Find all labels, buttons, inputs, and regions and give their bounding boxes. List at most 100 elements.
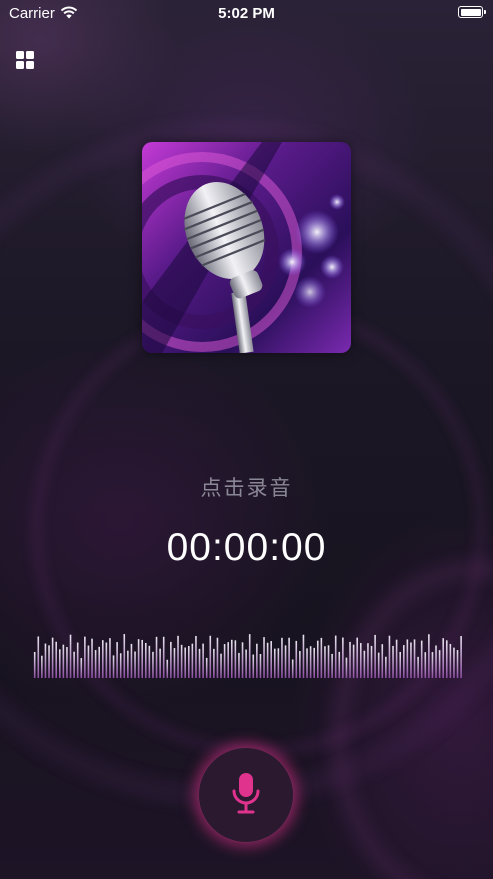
waveform-bar: [62, 644, 65, 678]
waveform-bar: [134, 651, 136, 678]
waveform-bar: [277, 648, 280, 678]
grid-icon-cell: [26, 61, 34, 69]
record-timer: 00:00:00: [166, 526, 327, 569]
waveform-bar: [119, 653, 122, 678]
waveform-bar: [331, 653, 333, 678]
waveform-bar: [356, 637, 358, 678]
waveform-bar: [428, 634, 430, 678]
waveform-bar: [116, 642, 118, 678]
grid-icon-cell: [26, 51, 34, 59]
waveform-bar: [159, 648, 161, 678]
waveform-bar: [98, 646, 100, 678]
waveform-bar: [91, 638, 93, 678]
waveform: [33, 634, 462, 678]
waveform-bar: [33, 652, 36, 678]
waveform-bar: [170, 641, 172, 678]
waveform-bar: [270, 641, 272, 678]
waveform-bar: [105, 642, 108, 678]
status-time: 5:02 PM: [218, 5, 275, 22]
microphone-cover-art-icon: [142, 142, 351, 353]
waveform-bar: [327, 645, 330, 678]
waveform-bar: [245, 649, 247, 678]
waveform-bar: [349, 641, 351, 678]
waveform-bar: [460, 636, 462, 678]
waveform-bar: [284, 645, 287, 678]
waveform-bar: [420, 640, 423, 678]
waveform-bar: [288, 637, 290, 678]
waveform-bar: [112, 655, 115, 678]
waveform-bar: [223, 644, 226, 678]
waveform-bar: [453, 647, 455, 678]
waveform-bar: [313, 647, 315, 678]
waveform-bar: [435, 645, 437, 678]
waveform-bar: [273, 648, 276, 678]
battery-icon: [458, 6, 486, 18]
waveform-bar: [180, 644, 183, 678]
waveform-bar: [94, 650, 97, 678]
waveform-bar: [209, 635, 212, 678]
waveform-bar: [417, 656, 419, 678]
grid-menu-button[interactable]: [16, 51, 36, 71]
waveform-bar: [352, 644, 355, 678]
waveform-bar: [431, 652, 434, 678]
waveform-bar: [202, 643, 204, 678]
waveform-bar: [295, 640, 298, 678]
cover-art: [142, 142, 351, 353]
waveform-bar: [205, 657, 208, 678]
waveform-bar: [259, 654, 262, 678]
waveform-bar: [334, 635, 337, 678]
waveform-bar: [227, 642, 229, 678]
waveform-bar: [316, 640, 319, 678]
waveform-bar: [162, 636, 165, 678]
waveform-bar: [299, 651, 301, 678]
waveform-bar: [320, 637, 323, 678]
waveform-bar: [144, 642, 147, 678]
waveform-bar: [152, 651, 154, 678]
waveform-bar: [155, 636, 158, 678]
waveform-bar: [248, 634, 251, 678]
waveform-bar: [230, 639, 233, 678]
waveform-bar: [220, 653, 222, 678]
waveform-bar: [234, 640, 237, 678]
status-bar: Carrier 5:02 PM: [0, 0, 493, 26]
waveform-bar: [370, 645, 373, 678]
waveform-bar: [266, 642, 269, 678]
waveform-bar: [166, 659, 169, 678]
waveform-bar: [374, 634, 376, 678]
waveform-bar: [184, 647, 186, 678]
waveform-bar: [385, 656, 387, 678]
waveform-bar: [309, 646, 312, 678]
waveform-bar: [66, 647, 68, 678]
waveform-bar: [80, 658, 83, 678]
waveform-bar: [241, 642, 244, 678]
waveform-bar: [291, 659, 294, 678]
waveform-bar: [359, 643, 362, 678]
waveform-bar: [256, 643, 258, 678]
waveform-bar: [399, 651, 401, 678]
waveform-bar: [445, 640, 448, 678]
waveform-bar: [213, 648, 215, 678]
waveform-bar: [177, 635, 179, 678]
waveform-bar: [402, 645, 405, 678]
waveform-bar: [388, 635, 391, 678]
waveform-bar: [381, 644, 384, 678]
waveform-bar: [216, 637, 219, 678]
waveform-bar: [338, 651, 341, 678]
waveform-bar: [363, 650, 366, 678]
waveform-bar: [324, 646, 326, 678]
grid-icon-cell: [16, 61, 24, 69]
waveform-bar: [456, 650, 459, 678]
record-button[interactable]: [198, 747, 294, 843]
waveform-bar: [87, 645, 90, 678]
waveform-bar: [48, 645, 50, 678]
waveform-bar: [101, 640, 104, 678]
waveform-bar: [306, 648, 308, 678]
waveform-bar: [195, 635, 197, 678]
waveform-bar: [302, 634, 305, 678]
waveform-bar: [58, 649, 61, 678]
waveform-bar: [69, 634, 72, 678]
waveform-bar: [410, 642, 412, 678]
waveform-bar: [345, 657, 348, 678]
waveform-bar: [141, 639, 143, 678]
waveform-bar: [51, 637, 54, 678]
